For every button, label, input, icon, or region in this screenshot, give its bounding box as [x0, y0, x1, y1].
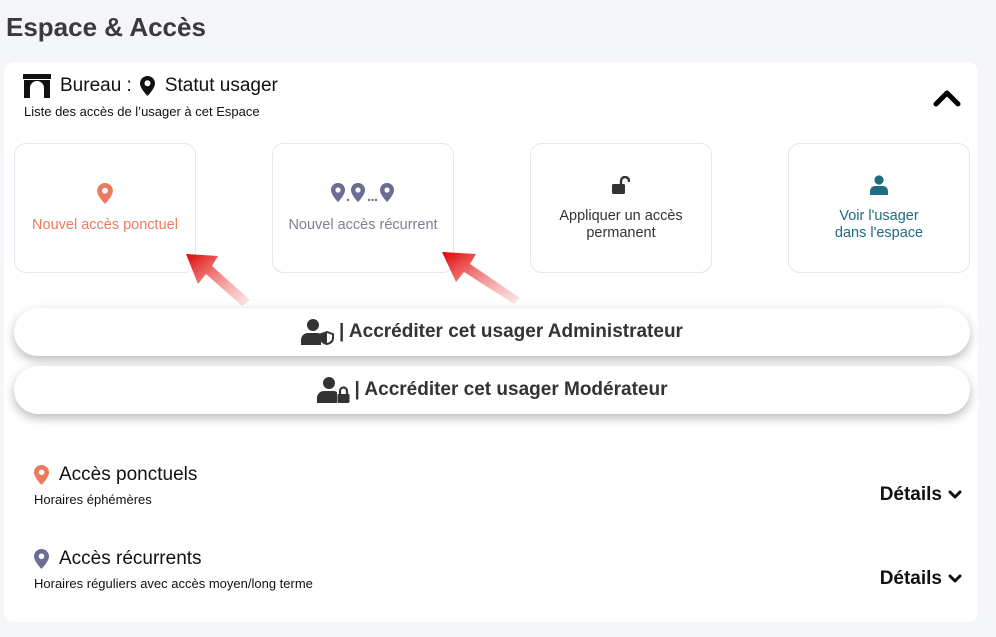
punctual-access-section: Accès ponctuels Horaires éphémères Détai…	[34, 464, 962, 520]
card-header: Bureau : Statut usager Liste des accès d…	[22, 72, 978, 122]
user-icon	[870, 174, 888, 196]
section-subtitle: Horaires réguliers avec accès moyen/long…	[34, 576, 313, 591]
tile-label: Nouvel accès récurrent	[288, 216, 438, 233]
details-toggle[interactable]: Détails	[880, 568, 962, 590]
accredit-admin-label: | Accréditer cet usager Administrateur	[339, 321, 683, 342]
section-subtitle: Horaires éphémères	[34, 492, 152, 507]
tile-label-line1: Voir l'usager	[839, 208, 919, 224]
multi-pin-icon	[331, 182, 395, 205]
view-user-in-space-tile[interactable]: Voir l'usager dans l'espace	[788, 143, 970, 273]
details-label: Détails	[879, 484, 942, 505]
user-lock-icon	[316, 377, 351, 403]
status-label: Statut usager	[164, 75, 278, 96]
tile-label: Nouvel accès ponctuel	[32, 216, 178, 233]
map-pin-icon	[34, 549, 49, 569]
bureau-label: Bureau :	[60, 75, 132, 96]
access-card: Bureau : Statut usager Liste des accès d…	[4, 62, 978, 622]
section-title: Accès ponctuels	[59, 464, 198, 485]
section-title: Accès récurrents	[59, 548, 202, 569]
collapse-button[interactable]	[932, 86, 962, 110]
unlock-icon	[612, 174, 630, 196]
header-title-line: Bureau : Statut usager	[22, 72, 978, 100]
map-pin-icon	[97, 183, 113, 205]
recurrent-access-section: Accès récurrents Horaires réguliers avec…	[34, 548, 962, 604]
chevron-down-icon	[948, 574, 962, 584]
tile-label-line2: permanent	[586, 225, 656, 241]
accredit-admin-button[interactable]: | Accréditer cet usager Administrateur	[14, 308, 970, 356]
location-pin-icon	[139, 76, 155, 96]
red-arrow-annotation	[186, 254, 250, 306]
accredit-moderator-button[interactable]: | Accréditer cet usager Modérateur	[14, 366, 970, 414]
header-subtitle: Liste des accès de l’usager à cet Espace	[24, 104, 260, 119]
details-toggle[interactable]: Détails	[880, 484, 962, 506]
apply-permanent-access-tile[interactable]: Appliquer un accès permanent	[530, 143, 712, 273]
new-recurrent-access-tile[interactable]: Nouvel accès récurrent	[272, 143, 454, 273]
chevron-up-icon	[933, 90, 961, 107]
accredit-moderator-label: | Accréditer cet usager Modérateur	[354, 379, 668, 400]
map-pin-icon	[34, 465, 49, 485]
tile-label-line2: dans l'espace	[834, 225, 924, 241]
new-punctual-access-tile[interactable]: Nouvel accès ponctuel	[14, 143, 196, 273]
arch-icon	[22, 74, 52, 98]
details-label: Détails	[879, 568, 942, 589]
page-title: Espace & Accès	[6, 12, 206, 42]
tile-label-line1: Appliquer un accès	[559, 208, 683, 224]
user-shield-icon	[301, 319, 335, 345]
chevron-down-icon	[948, 490, 962, 500]
